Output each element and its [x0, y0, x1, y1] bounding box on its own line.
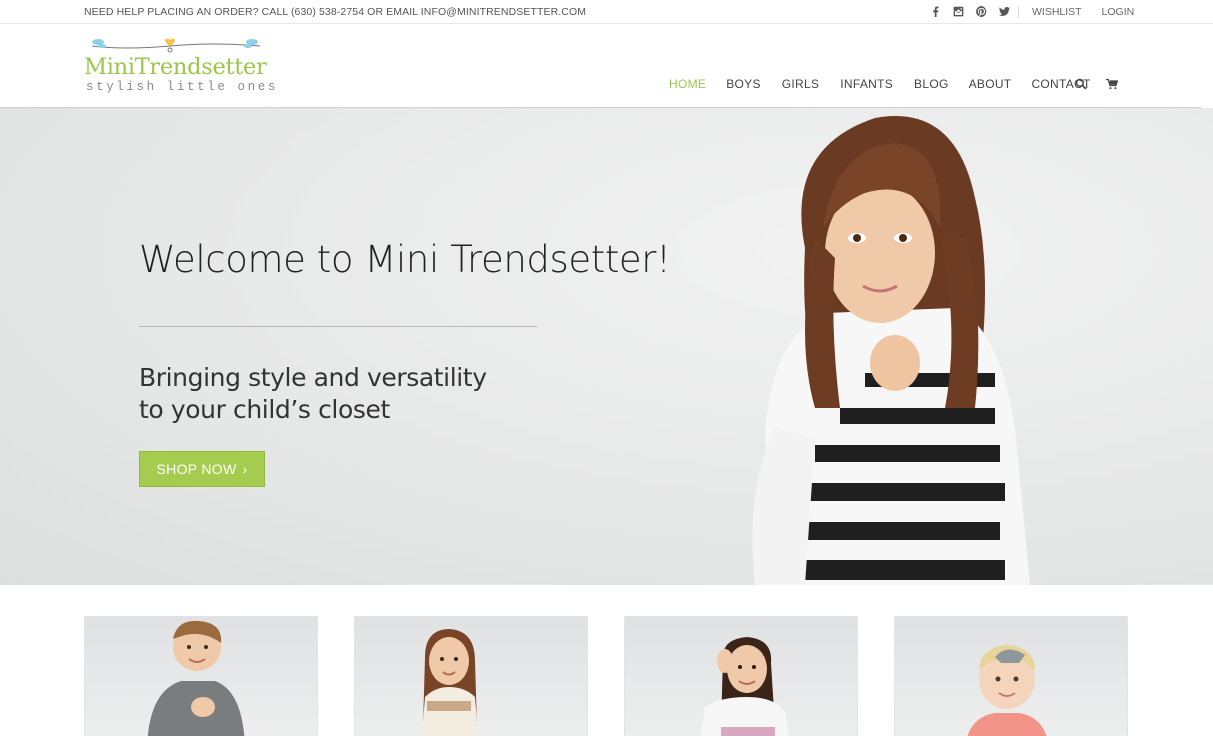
nav-about[interactable]: ABOUT — [969, 77, 1012, 91]
nav-home[interactable]: HOME — [669, 77, 706, 91]
account-links: WISHLIST LOGIN — [1032, 6, 1151, 18]
chevron-right-icon: › — [242, 461, 248, 477]
category-card-boys[interactable] — [84, 616, 318, 736]
cart-icon[interactable] — [1106, 77, 1119, 90]
boy-photo — [147, 620, 245, 736]
twitter-icon[interactable] — [993, 4, 1016, 19]
pinterest-icon[interactable] — [970, 4, 993, 19]
instagram-icon[interactable] — [947, 4, 970, 19]
hero-subtitle: Bringing style and versatility to your c… — [139, 362, 487, 426]
search-icon[interactable] — [1075, 77, 1087, 90]
divider — [1018, 6, 1019, 18]
nav-blog[interactable]: BLOG — [914, 77, 949, 91]
hero-title: Welcome to Mini Trendsetter! — [139, 238, 671, 281]
shop-now-label: SHOP NOW — [156, 461, 237, 477]
category-card-infants[interactable] — [624, 616, 858, 736]
social-links — [924, 4, 1016, 19]
nav-infants[interactable]: INFANTS — [840, 77, 893, 91]
logo[interactable]: MiniTrendsetter stylish little ones — [84, 36, 275, 98]
logo-brand: MiniTrendsetter — [84, 54, 267, 80]
hero-divider — [139, 326, 537, 327]
logo-tagline: stylish little ones — [86, 80, 278, 94]
site-header: MiniTrendsetter stylish little ones HOME… — [0, 25, 1213, 108]
category-grid — [0, 616, 1213, 736]
nav-boys[interactable]: BOYS — [726, 77, 761, 91]
login-link[interactable]: LOGIN — [1102, 6, 1135, 18]
hero-subtitle-line1: Bringing style and versatility — [139, 363, 487, 392]
hero-subtitle-line2: to your child’s closet — [139, 395, 390, 424]
girl-photo — [421, 629, 479, 736]
main-nav: HOME BOYS GIRLS INFANTS BLOG ABOUT CONTA… — [669, 77, 1091, 91]
category-card-girls[interactable] — [354, 616, 588, 736]
shop-now-button[interactable]: SHOP NOW › — [139, 451, 265, 487]
baby-photo — [967, 645, 1047, 736]
wishlist-link[interactable]: WISHLIST — [1032, 6, 1082, 18]
facebook-icon[interactable] — [924, 4, 947, 19]
hero-banner: Welcome to Mini Trendsetter! Bringing st… — [0, 108, 1213, 585]
help-text: NEED HELP PLACING AN ORDER? CALL (630) 5… — [84, 6, 587, 18]
category-card-baby[interactable] — [894, 616, 1128, 736]
nav-girls[interactable]: GIRLS — [782, 77, 820, 91]
toddler-girl-photo — [700, 637, 790, 736]
top-bar: NEED HELP PLACING AN ORDER? CALL (630) 5… — [0, 0, 1213, 24]
hero-child-photo — [752, 115, 1030, 585]
